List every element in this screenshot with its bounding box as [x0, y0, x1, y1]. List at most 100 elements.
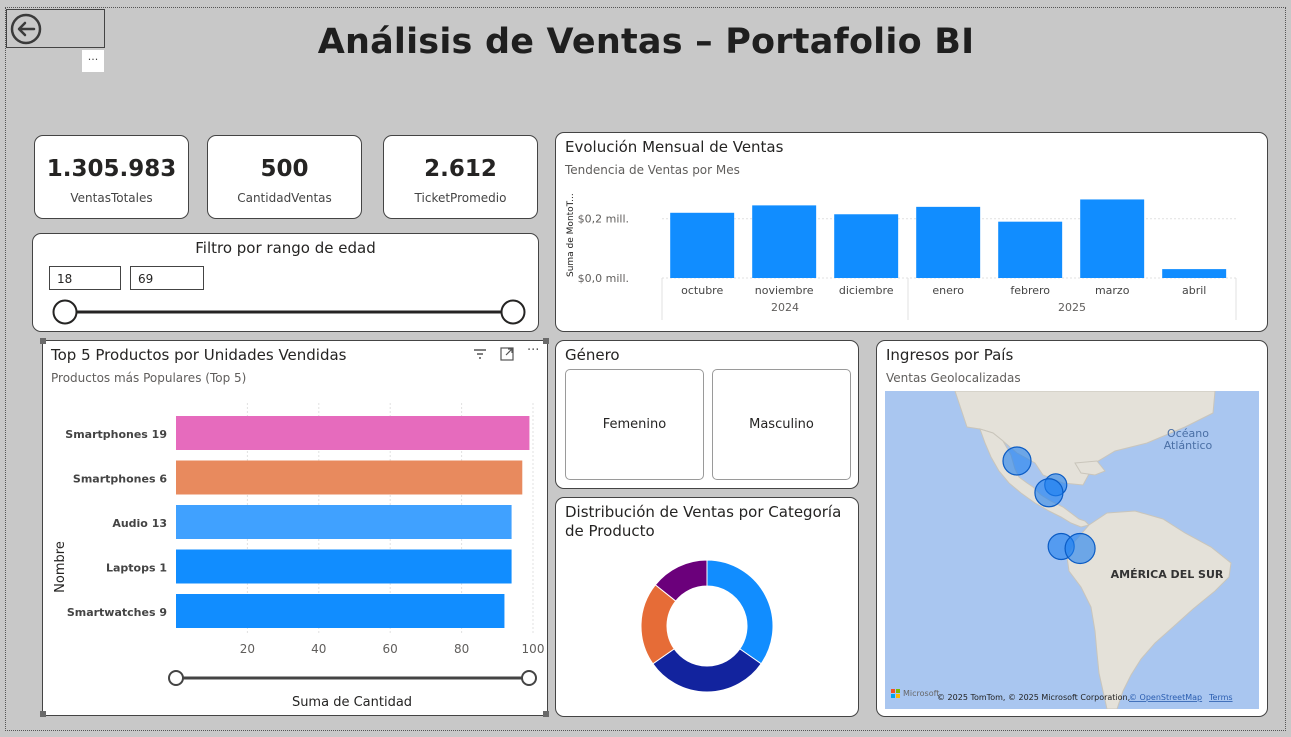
x-tick-label: octubre [681, 284, 723, 297]
gender-option-femenino[interactable]: Femenino [565, 369, 704, 480]
y-tick-label: $0,2 mill. [578, 213, 629, 226]
back-button[interactable] [6, 9, 105, 48]
map-brand-label: Microsoft [903, 689, 939, 698]
microsoft-logo-icon [896, 694, 900, 698]
chart-subtitle: Tendencia de Ventas por Mes [565, 163, 740, 177]
chart-title: Distribución de Ventas por Categoría de … [565, 503, 841, 541]
bar-Smartwatches 9[interactable] [176, 594, 505, 628]
x-tick-label: 60 [383, 642, 398, 656]
x-tick-label: 40 [311, 642, 326, 656]
chart-title: Top 5 Productos por Unidades Vendidas [51, 346, 347, 364]
x-tick-label: abril [1182, 284, 1206, 297]
top5-products-chart: Nombre Suma de Cantidad 20 40 60 80 100 Smart… [53, 403, 545, 710]
age-min-input[interactable]: 18 [49, 266, 121, 290]
microsoft-logo-icon [891, 689, 895, 693]
kpi-value: 2.612 [424, 156, 497, 182]
x-tick-label: diciembre [839, 284, 894, 297]
x-tick-label: 80 [454, 642, 469, 656]
slider-min-handle[interactable] [52, 299, 78, 325]
more-options-icon[interactable]: ··· [527, 343, 539, 358]
bar-Smartphones 19[interactable] [176, 416, 530, 450]
resize-handle[interactable] [543, 338, 549, 344]
donut-slice-1[interactable] [652, 648, 762, 693]
zoom-slider-max-handle[interactable] [521, 670, 537, 686]
x-tick-label: 20 [240, 642, 255, 656]
bar-octubre[interactable] [670, 212, 735, 278]
kpi-card-cantidad-ventas[interactable]: 500 CantidadVentas [207, 135, 362, 219]
revenue-map[interactable]: Océano Atlántico AMÉRICA DEL SUR Microso… [885, 391, 1259, 709]
back-arrow-icon [10, 13, 42, 45]
microsoft-logo-icon [896, 689, 900, 693]
category-distribution-chart-card[interactable]: Distribución de Ventas por Categoría de … [555, 497, 859, 717]
map-bubble[interactable] [1002, 446, 1032, 476]
y-tick-label: Smartphones 6 [73, 473, 167, 486]
bar-diciembre[interactable] [834, 214, 899, 278]
y-tick-label: Smartwatches 9 [67, 606, 167, 619]
age-max-input[interactable]: 69 [130, 266, 204, 290]
slicer-title: Género [565, 346, 620, 364]
monthly-sales-chart-card[interactable]: Evolución Mensual de Ventas Tendencia de… [555, 132, 1268, 332]
x-tick-label: 100 [522, 642, 545, 656]
bar-enero[interactable] [916, 206, 981, 278]
donut-slice-0[interactable] [706, 559, 774, 665]
map-bubble[interactable] [1034, 478, 1064, 508]
chart-subtitle: Productos más Populares (Top 5) [51, 371, 247, 385]
bar-noviembre[interactable] [752, 205, 817, 278]
y-tick-label: Laptops 1 [106, 562, 167, 575]
revenue-by-country-map-card[interactable]: Ingresos por País Ventas Geolocalizadas … [876, 340, 1268, 717]
kpi-value: 500 [260, 156, 309, 182]
y-tick-label: Smartphones 19 [65, 428, 167, 441]
x-tick-label: noviembre [755, 284, 814, 297]
bar-abril[interactable] [1162, 269, 1227, 278]
age-range-slicer[interactable]: Filtro por rango de edad 18 69 [32, 233, 539, 332]
category-donut-chart [640, 559, 774, 693]
map-terms-link[interactable]: Terms [1208, 693, 1233, 702]
top5-products-chart-card[interactable]: Top 5 Productos por Unidades Vendidas Pr… [42, 340, 548, 716]
slider-max-handle[interactable] [500, 299, 526, 325]
kpi-label: VentasTotales [70, 191, 153, 205]
year-label: 2025 [1058, 301, 1086, 314]
chart-title-line: de Producto [565, 522, 655, 540]
x-tick-label: marzo [1095, 284, 1130, 297]
map-copyright: © 2025 TomTom, © 2025 Microsoft Corporat… [937, 693, 1130, 702]
x-tick-label: febrero [1010, 284, 1050, 297]
zoom-slider-min-handle[interactable] [168, 670, 184, 686]
y-axis-title: Suma de MontoT... [566, 193, 576, 277]
kpi-card-ventas-totales[interactable]: 1.305.983 VentasTotales [34, 135, 189, 219]
slicer-title: Filtro por rango de edad [195, 239, 376, 257]
chart-title: Ingresos por País [886, 346, 1014, 364]
kpi-card-ticket-promedio[interactable]: 2.612 TicketPromedio [383, 135, 538, 219]
resize-handle[interactable] [40, 338, 46, 344]
year-label: 2024 [771, 301, 799, 314]
resize-handle[interactable] [40, 711, 46, 717]
kpi-value: 1.305.983 [46, 156, 177, 182]
y-axis-title: Nombre [53, 541, 68, 593]
filter-icon[interactable] [473, 348, 487, 360]
map-osm-link[interactable]: © OpenStreetMap [1129, 693, 1202, 702]
gender-option-masculino[interactable]: Masculino [712, 369, 851, 480]
gender-slicer[interactable]: Género Femenino Masculino [555, 340, 859, 489]
age-range-slider[interactable] [33, 292, 538, 332]
bar-febrero[interactable] [998, 221, 1063, 278]
kpi-label: TicketPromedio [414, 191, 507, 205]
chart-title-line: Distribución de Ventas por Categoría [565, 503, 842, 521]
bar-Smartphones 6[interactable] [176, 460, 523, 495]
bar-Audio 13[interactable] [176, 505, 512, 539]
monthly-sales-chart: Suma de MontoT... $0,0 mill. $0,2 mill. oc… [566, 193, 1237, 320]
bar-Laptops 1[interactable] [176, 549, 512, 584]
bar-marzo[interactable] [1080, 199, 1145, 278]
kpi-label: CantidadVentas [237, 191, 332, 205]
chart-title: Evolución Mensual de Ventas [565, 138, 784, 156]
map-bubble[interactable] [1064, 532, 1096, 565]
more-options-icon[interactable]: ··· [82, 50, 104, 72]
focus-mode-icon[interactable] [500, 347, 514, 361]
y-tick-label: Audio 13 [112, 517, 167, 530]
y-tick-label: $0,0 mill. [578, 272, 629, 285]
ocean-label: Atlántico [1164, 439, 1213, 452]
microsoft-logo-icon [891, 694, 895, 698]
chart-subtitle: Ventas Geolocalizadas [886, 371, 1021, 385]
resize-handle[interactable] [543, 711, 549, 717]
x-axis-title: Suma de Cantidad [292, 695, 412, 710]
continent-label: AMÉRICA DEL SUR [1111, 568, 1224, 581]
page-title: Análisis de Ventas – Portafolio BI [317, 22, 975, 62]
